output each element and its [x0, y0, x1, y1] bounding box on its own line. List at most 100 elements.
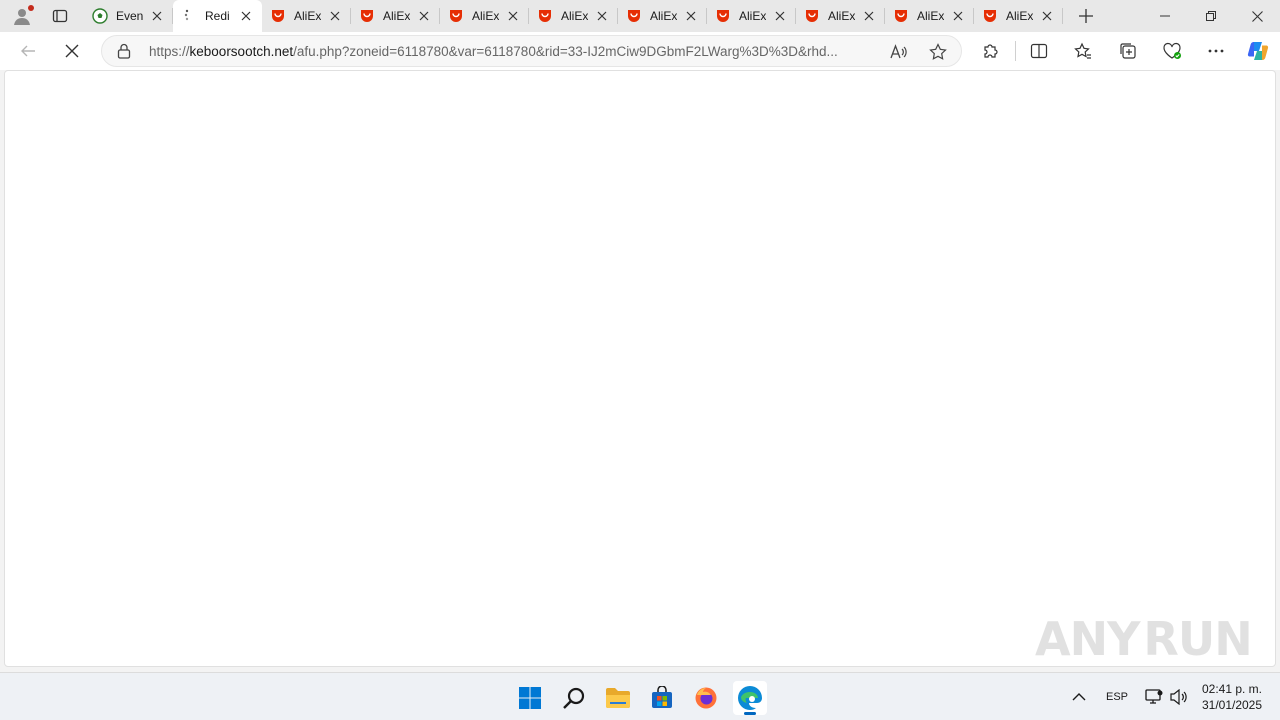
network-button[interactable]: [1145, 673, 1163, 720]
close-icon: [65, 44, 79, 58]
tab-title: AliEx: [561, 9, 588, 23]
close-tab-icon[interactable]: [683, 8, 699, 24]
heart-pulse-icon: [1163, 42, 1181, 59]
close-tab-icon[interactable]: [772, 8, 788, 24]
aliexpress-icon: [893, 8, 909, 24]
close-tab-icon[interactable]: [238, 8, 254, 24]
plus-icon: [1079, 9, 1093, 23]
close-tab-icon[interactable]: [505, 8, 521, 24]
minimize-icon: [1160, 15, 1170, 17]
tab-title: AliEx: [828, 9, 855, 23]
close-icon: [1251, 10, 1263, 22]
tab-title: AliEx: [472, 9, 499, 23]
tab-title: AliEx: [383, 9, 410, 23]
lock-icon[interactable]: [116, 43, 132, 59]
star-icon: [929, 43, 947, 60]
search-button[interactable]: [557, 681, 591, 715]
tab-title: Even: [116, 9, 143, 23]
close-tab-icon[interactable]: [594, 8, 610, 24]
store-bag-icon: [652, 686, 672, 708]
restore-button[interactable]: [1188, 0, 1234, 32]
split-screen-icon: [1030, 43, 1048, 59]
close-tab-icon[interactable]: [861, 8, 877, 24]
aliexpress-icon: [715, 8, 731, 24]
close-tab-icon[interactable]: [1039, 8, 1055, 24]
tab-actions-icon: [52, 9, 68, 23]
tab-title: AliEx: [1006, 9, 1033, 23]
settings-more-button[interactable]: [1202, 37, 1230, 65]
aliexpress-icon: [626, 8, 642, 24]
address-bar[interactable]: https://keboorsootch.net/afu.php?zoneid=…: [101, 35, 962, 67]
restore-icon: [1206, 11, 1216, 21]
tab-list: Even Redi AliEx AliEx AliEx AliEx AliEx …: [84, 0, 1063, 32]
folder-icon: [606, 688, 630, 708]
tab-title: AliEx: [739, 9, 766, 23]
aliexpress-icon: [359, 8, 375, 24]
file-explorer-button[interactable]: [601, 681, 635, 715]
tab-aliexpress[interactable]: AliEx: [796, 0, 885, 32]
start-button[interactable]: [513, 681, 547, 715]
firefox-button[interactable]: [689, 681, 723, 715]
speaker-icon: [1170, 689, 1187, 705]
copilot-icon: [1247, 42, 1269, 60]
close-tab-icon[interactable]: [950, 8, 966, 24]
edge-icon: [738, 686, 762, 710]
close-tab-icon[interactable]: [416, 8, 432, 24]
page-content: [4, 70, 1276, 667]
tab-redirect[interactable]: Redi: [173, 0, 262, 32]
language-indicator[interactable]: ESP: [1106, 673, 1128, 720]
soccer-ball-icon: [92, 8, 108, 24]
clock-date: 31/01/2025: [1201, 698, 1263, 712]
aliexpress-icon: [804, 8, 820, 24]
profile-button[interactable]: [8, 3, 36, 29]
firefox-icon: [695, 687, 717, 709]
taskbar: ESP 02:41 p. m. 31/01/2025: [0, 672, 1280, 720]
loading-icon: [181, 8, 197, 24]
close-tab-icon[interactable]: [327, 8, 343, 24]
collections-button[interactable]: [1114, 37, 1142, 65]
more-horizontal-icon: [1208, 49, 1224, 53]
tab-aliexpress[interactable]: AliEx: [707, 0, 796, 32]
tab-aliexpress[interactable]: AliEx: [440, 0, 529, 32]
tab-title: AliEx: [294, 9, 321, 23]
read-aloud-icon: [890, 44, 907, 59]
new-tab-button[interactable]: [1074, 4, 1098, 28]
url-scheme: https://: [149, 44, 190, 59]
back-button[interactable]: [14, 37, 42, 65]
watermark-right-text: RUN: [1143, 612, 1252, 666]
tab-events[interactable]: Even: [84, 0, 173, 32]
aliexpress-icon: [448, 8, 464, 24]
windows-logo-icon: [519, 687, 541, 709]
tab-actions-button[interactable]: [46, 3, 74, 29]
favorites-star-icon: [1074, 42, 1091, 59]
tab-aliexpress[interactable]: AliEx: [618, 0, 707, 32]
browser-essentials-button[interactable]: [1158, 37, 1186, 65]
show-hidden-icons-button[interactable]: [1072, 673, 1086, 720]
tab-aliexpress[interactable]: AliEx: [351, 0, 440, 32]
clock[interactable]: 02:41 p. m. 31/01/2025: [1196, 681, 1268, 713]
favorite-button[interactable]: [927, 41, 949, 63]
microsoft-store-button[interactable]: [645, 681, 679, 715]
close-tab-icon[interactable]: [149, 8, 165, 24]
minimize-button[interactable]: [1142, 0, 1188, 32]
aliexpress-icon: [982, 8, 998, 24]
extensions-button[interactable]: [977, 37, 1005, 65]
watermark-left-text: ANY: [1035, 612, 1140, 666]
tab-aliexpress[interactable]: AliEx: [262, 0, 351, 32]
read-aloud-button[interactable]: [888, 41, 910, 63]
close-window-button[interactable]: [1234, 0, 1280, 32]
favorites-button[interactable]: [1069, 37, 1097, 65]
copilot-button[interactable]: [1244, 37, 1272, 65]
volume-button[interactable]: [1170, 673, 1188, 720]
tab-strip: Even Redi AliEx AliEx AliEx AliEx AliEx …: [0, 0, 1280, 32]
tab-aliexpress[interactable]: AliEx: [529, 0, 618, 32]
tab-aliexpress[interactable]: AliEx: [974, 0, 1063, 32]
stop-loading-button[interactable]: [58, 37, 86, 65]
split-screen-button[interactable]: [1025, 37, 1053, 65]
puzzle-icon: [984, 44, 998, 58]
tab-aliexpress[interactable]: AliEx: [885, 0, 974, 32]
edge-button[interactable]: [733, 681, 767, 715]
url-path: /afu.php?zoneid=6118780&var=6118780&rid=…: [293, 44, 838, 59]
tab-title: AliEx: [650, 9, 677, 23]
url-text[interactable]: https://keboorsootch.net/afu.php?zoneid=…: [149, 44, 879, 59]
